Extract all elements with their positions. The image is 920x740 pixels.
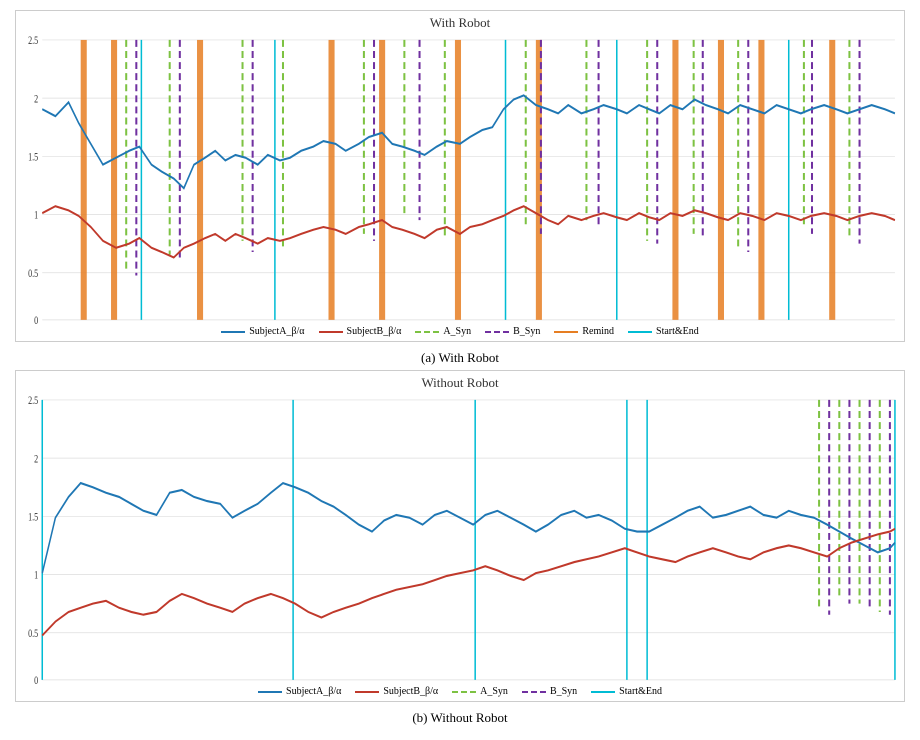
chart-without-robot-legend: SubjectA_β/α SubjectB_β/α A_Syn B_Syn St… [20,686,900,697]
chart-without-robot-area: 2.5 2 1.5 1 0.5 0 [20,393,900,684]
legend-remind-line [554,331,578,333]
chart-without-robot: Without Robot 2.5 2 1.5 1 0.5 0 [15,370,905,702]
legend-subject-a-b: SubjectA_β/α [258,686,341,697]
chart-without-robot-title: Without Robot [20,375,900,391]
legend-start-end-a-label: Start&End [656,326,699,337]
svg-text:2.5: 2.5 [28,35,38,48]
legend-subject-b-b-line [355,691,379,693]
svg-text:0: 0 [34,315,38,324]
legend-remind: Remind [554,326,614,337]
caption-with-robot: (a) With Robot [15,350,905,366]
legend-remind-label: Remind [582,326,614,337]
svg-text:2.5: 2.5 [28,395,38,408]
legend-b-syn-b-label: B_Syn [550,686,577,697]
svg-text:2: 2 [34,453,38,466]
legend-subject-b: SubjectB_β/α [319,326,402,337]
chart-with-robot-svg: 2.5 2 1.5 1 0.5 0 [20,33,900,324]
legend-a-syn-b-label: A_Syn [480,686,508,697]
svg-text:1.5: 1.5 [28,151,38,164]
legend-start-end-b-label: Start&End [619,686,662,697]
svg-text:1: 1 [34,210,38,223]
legend-a-syn-line [415,331,439,333]
legend-b-syn-b-line [522,691,546,693]
caption-without-robot: (b) Without Robot [15,710,905,726]
chart-with-robot-title: With Robot [20,15,900,31]
chart-with-robot-area: 2.5 2 1.5 1 0.5 0 [20,33,900,324]
legend-start-end-a-line [628,331,652,333]
legend-subject-b-b: SubjectB_β/α [355,686,438,697]
svg-text:0: 0 [34,675,38,684]
legend-subject-a-b-label: SubjectA_β/α [286,686,341,697]
legend-subject-b-b-label: SubjectB_β/α [383,686,438,697]
legend-subject-b-label: SubjectB_β/α [347,326,402,337]
legend-start-end-b-line [591,691,615,693]
legend-a-syn-label: A_Syn [443,326,471,337]
legend-start-end-b: Start&End [591,686,662,697]
legend-subject-a: SubjectA_β/α [221,326,304,337]
legend-subject-a-b-line [258,691,282,693]
chart-with-robot-legend: SubjectA_β/α SubjectB_β/α A_Syn B_Syn Re… [20,326,900,337]
legend-b-syn-line [485,331,509,333]
legend-a-syn-b: A_Syn [452,686,508,697]
legend-b-syn: B_Syn [485,326,540,337]
svg-text:0.5: 0.5 [28,268,38,281]
svg-text:1.5: 1.5 [28,511,38,524]
legend-subject-a-line [221,331,245,333]
legend-subject-a-label: SubjectA_β/α [249,326,304,337]
legend-subject-b-line [319,331,343,333]
legend-a-syn-b-line [452,691,476,693]
legend-a-syn: A_Syn [415,326,471,337]
legend-start-end-a: Start&End [628,326,699,337]
page: With Robot 2.5 2 1.5 1 0.5 0 [0,0,920,740]
legend-b-syn-b: B_Syn [522,686,577,697]
svg-text:2: 2 [34,93,38,106]
svg-text:0.5: 0.5 [28,628,38,641]
svg-text:1: 1 [34,570,38,583]
chart-with-robot: With Robot 2.5 2 1.5 1 0.5 0 [15,10,905,342]
legend-b-syn-label: B_Syn [513,326,540,337]
chart-without-robot-svg: 2.5 2 1.5 1 0.5 0 [20,393,900,684]
